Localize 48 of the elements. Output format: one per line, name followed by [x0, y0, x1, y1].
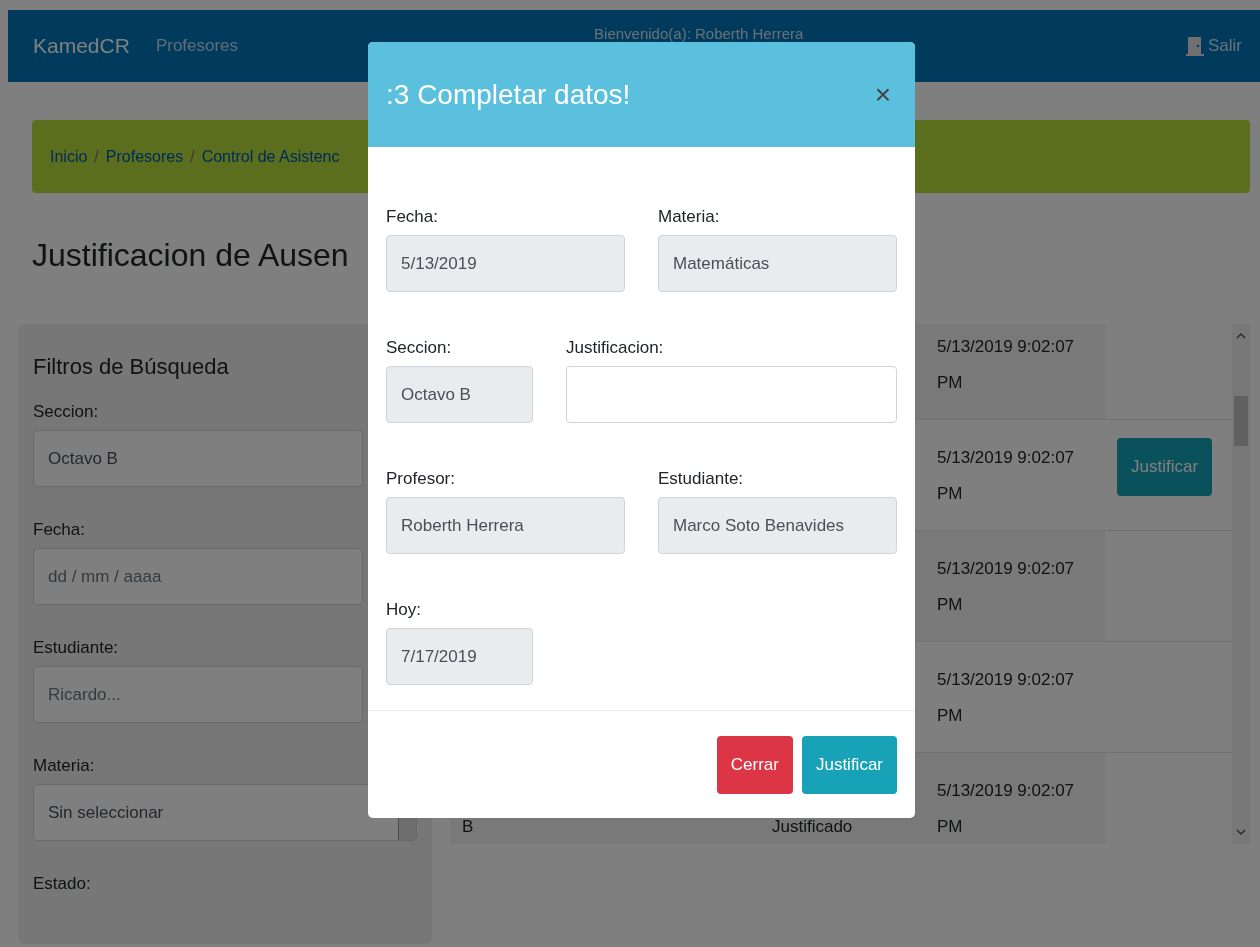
field-label: Materia: — [33, 756, 96, 777]
field-label: Materia: — [658, 207, 721, 228]
breadcrumb-link[interactable]: Inicio — [50, 147, 88, 166]
scroll-up-icon[interactable] — [1236, 332, 1246, 340]
logout-link[interactable]: Salir — [1186, 36, 1242, 56]
table-cell-text: Justificado — [772, 816, 854, 838]
table-cell-text: 5/13/2019 9:02:07 PM — [937, 780, 1076, 838]
table-cell-text: 5/13/2019 9:02:07 PM — [937, 336, 1076, 394]
readonly-field[interactable]: 7/17/2019 — [386, 628, 533, 685]
modal-title: :3 Completar datos! — [386, 78, 631, 111]
input-field[interactable] — [566, 366, 897, 423]
breadcrumb-link[interactable]: Control de Asistenc — [201, 147, 340, 166]
justify-button[interactable]: Justificar — [1117, 438, 1213, 496]
nav-link[interactable]: Profesores — [155, 36, 239, 56]
readonly-field[interactable]: Marco Soto Benavides — [658, 497, 897, 554]
readonly-field[interactable]: Matemáticas — [658, 235, 897, 292]
justify-button[interactable]: Justificar — [801, 736, 897, 794]
field-label: Seccion: — [33, 402, 100, 423]
table-cell-text: 5/13/2019 9:02:07 PM — [937, 669, 1076, 727]
field-label: Estudiante: — [658, 469, 745, 490]
readonly-field[interactable]: Roberth Herrera — [386, 497, 625, 554]
brand-name[interactable]: KamedCR — [33, 34, 130, 58]
scroll-down-icon[interactable] — [1236, 828, 1246, 836]
select-field[interactable]: Sin seleccionar — [33, 784, 417, 841]
filter-title: Filtros de Búsqueda — [33, 354, 230, 380]
close-button[interactable]: × — [868, 77, 897, 112]
table-cell-text: 5/13/2019 9:02:07 PM — [937, 558, 1076, 616]
close-button[interactable]: Cerrar — [716, 736, 793, 794]
welcome-text: Bienvenido(a): Roberth Herrera — [594, 24, 805, 42]
field-label: Profesor: — [386, 469, 456, 490]
breadcrumb-separator: / — [190, 147, 195, 166]
field-label: Justificacion: — [566, 338, 665, 359]
door-icon — [1186, 36, 1204, 56]
field-label: Hoy: — [386, 600, 422, 621]
date-field[interactable]: dd / mm / aaaa — [33, 548, 363, 605]
readonly-field[interactable]: 5/13/2019 — [386, 235, 625, 292]
page-title: Justificacion de Ausen — [32, 236, 349, 275]
input-field[interactable]: Octavo B — [33, 430, 363, 487]
breadcrumb-separator: / — [94, 147, 99, 166]
table-cell-text: 5/13/2019 9:02:07 PM — [937, 447, 1076, 505]
field-label: Estado: — [33, 874, 92, 895]
field-label: Fecha: — [386, 207, 439, 228]
breadcrumb-link[interactable]: Profesores — [105, 147, 184, 166]
table-cell-text: B — [462, 816, 475, 838]
field-label: Seccion: — [386, 338, 453, 359]
readonly-field[interactable]: Octavo B — [386, 366, 533, 423]
scrollbar-thumb[interactable] — [1234, 396, 1248, 446]
input-field[interactable]: Ricardo... — [33, 666, 363, 723]
